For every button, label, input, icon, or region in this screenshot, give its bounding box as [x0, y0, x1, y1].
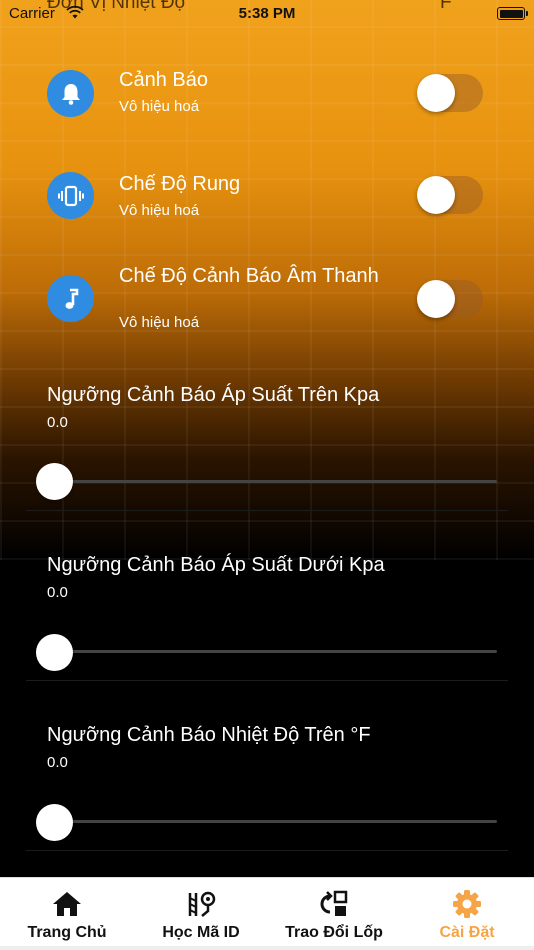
setting-subtitle: Vô hiệu hoá — [119, 98, 200, 115]
slider-thumb[interactable] — [36, 634, 73, 671]
toggle-knob — [417, 280, 455, 318]
setting-row-sound: Chế Độ Cảnh Báo Âm Thanh Vô hiệu hoá — [0, 264, 534, 336]
threshold-title: Ngưỡng Cảnh Báo Nhiệt Độ Trên °F — [47, 724, 371, 746]
threshold-value: 0.0 — [47, 754, 68, 771]
slider-track[interactable] — [54, 480, 497, 483]
divider — [26, 680, 508, 681]
tab-home[interactable]: Trang Chủ — [0, 878, 134, 950]
setting-title: Cảnh Báo — [119, 69, 208, 91]
setting-subtitle: Vô hiệu hoá — [119, 314, 200, 331]
divider — [26, 510, 508, 511]
threshold-pressure-high: Ngưỡng Cảnh Báo Áp Suất Trên Kpa 0.0 — [0, 384, 534, 554]
tab-label: Trao Đổi Lốp — [285, 924, 383, 941]
tab-label: Trang Chủ — [27, 924, 107, 941]
slider-track[interactable] — [54, 650, 497, 653]
threshold-value: 0.0 — [47, 584, 68, 601]
sound-toggle[interactable] — [417, 280, 483, 318]
toggle-knob — [417, 176, 455, 214]
vibrate-toggle[interactable] — [417, 176, 483, 214]
home-icon — [53, 892, 81, 916]
alert-toggle[interactable] — [417, 74, 483, 112]
battery-icon — [497, 7, 528, 20]
tab-bar: Trang Chủ Học Mã ID Trao Đổi Lốp Cài Đặt — [0, 877, 534, 950]
slider-track[interactable] — [54, 820, 497, 823]
tab-label: Học Mã ID — [162, 924, 240, 941]
slider-thumb[interactable] — [36, 463, 73, 500]
gear-icon — [453, 890, 481, 918]
slider-thumb[interactable] — [36, 804, 73, 841]
threshold-title: Ngưỡng Cảnh Báo Áp Suất Trên Kpa — [47, 384, 380, 406]
tab-tire-swap[interactable]: Trao Đổi Lốp — [267, 878, 401, 950]
threshold-pressure-low: Ngưỡng Cảnh Báo Áp Suất Dưới Kpa 0.0 — [0, 554, 534, 724]
threshold-title: Ngưỡng Cảnh Báo Áp Suất Dưới Kpa — [47, 554, 385, 576]
threshold-value: 0.0 — [47, 414, 68, 431]
setting-title: Chế Độ Cảnh Báo Âm Thanh — [119, 265, 379, 287]
music-note-icon — [47, 275, 94, 322]
learn-id-icon — [188, 891, 216, 917]
vibrate-icon — [47, 172, 94, 219]
status-bar: Carrier 5:38 PM — [0, 0, 534, 28]
threshold-temp-high: Ngưỡng Cảnh Báo Nhiệt Độ Trên °F 0.0 — [0, 724, 534, 894]
toggle-knob — [417, 74, 455, 112]
home-indicator — [0, 946, 534, 950]
divider — [26, 850, 508, 851]
tab-label: Cài Đặt — [439, 924, 495, 941]
tire-swap-icon — [320, 890, 348, 916]
bell-icon — [47, 70, 94, 117]
setting-subtitle: Vô hiệu hoá — [119, 202, 200, 219]
clock: 5:38 PM — [238, 5, 296, 22]
setting-title: Chế Độ Rung — [119, 173, 241, 195]
setting-row-alert: Cảnh Báo Vô hiệu hoá — [0, 68, 534, 128]
tab-settings[interactable]: Cài Đặt — [400, 878, 534, 950]
setting-row-vibrate: Chế Độ Rung Vô hiệu hoá — [0, 172, 534, 232]
tab-learn-id[interactable]: Học Mã ID — [134, 878, 268, 950]
